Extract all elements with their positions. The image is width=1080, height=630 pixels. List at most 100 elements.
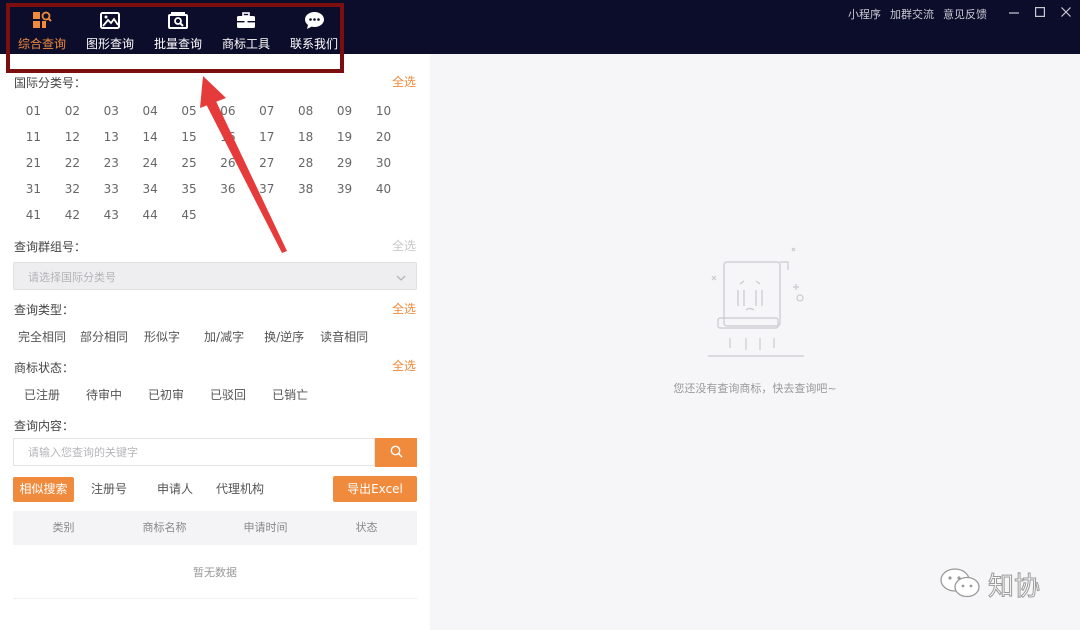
intl-class-select-all[interactable]: 全选 xyxy=(392,73,416,90)
window-controls xyxy=(1006,5,1074,19)
class-number[interactable]: 09 xyxy=(325,98,364,124)
class-number[interactable]: 36 xyxy=(208,176,247,202)
top-links: 小程序 加群交流 意见反馈 xyxy=(848,6,987,22)
class-number[interactable]: 30 xyxy=(364,150,403,176)
status-option[interactable]: 已驳回 xyxy=(210,386,246,403)
class-number[interactable]: 39 xyxy=(325,176,364,202)
class-number[interactable]: 20 xyxy=(364,124,403,150)
class-number[interactable]: 15 xyxy=(170,124,209,150)
class-number[interactable]: 05 xyxy=(170,98,209,124)
class-number[interactable]: 45 xyxy=(170,202,209,228)
minimize-icon[interactable] xyxy=(1006,5,1022,19)
query-type-option[interactable]: 完全相同 xyxy=(18,328,66,345)
export-excel-button[interactable]: 导出Excel xyxy=(333,476,417,502)
class-number[interactable]: 22 xyxy=(53,150,92,176)
class-number[interactable]: 27 xyxy=(247,150,286,176)
class-number[interactable]: 29 xyxy=(325,150,364,176)
status-option[interactable]: 待审中 xyxy=(86,386,122,403)
class-number[interactable]: 42 xyxy=(53,202,92,228)
query-type-option[interactable]: 部分相同 xyxy=(80,328,128,345)
class-number[interactable]: 04 xyxy=(131,98,170,124)
class-number[interactable]: 38 xyxy=(286,176,325,202)
group-select-all[interactable]: 全选 xyxy=(392,237,416,254)
intl-class-grid: 01 02 03 04 05 06 07 08 09 10 11 12 13 14 15 16 17 18 19 20… xyxy=(14,98,414,228)
query-type-select-all[interactable]: 全选 xyxy=(392,300,416,317)
status-option[interactable]: 已初审 xyxy=(148,386,184,403)
class-number[interactable]: 03 xyxy=(92,98,131,124)
class-number[interactable]: 01 xyxy=(14,98,53,124)
class-number[interactable]: 44 xyxy=(131,202,170,228)
maximize-icon[interactable] xyxy=(1032,5,1048,19)
query-type-option[interactable]: 换/逆序 xyxy=(264,328,304,345)
column-header[interactable]: 类别 xyxy=(13,511,114,545)
class-number[interactable]: 18 xyxy=(286,124,325,150)
class-number[interactable]: 14 xyxy=(131,124,170,150)
class-number[interactable]: 40 xyxy=(364,176,403,202)
class-number[interactable]: 41 xyxy=(14,202,53,228)
search-panel: 国际分类号： 全选 01 02 03 04 05 06 07 08 09 10 11 12 13 14 15… xyxy=(0,54,430,630)
status-select-all[interactable]: 全选 xyxy=(392,357,416,374)
class-number[interactable]: 21 xyxy=(14,150,53,176)
content-title: 查询内容： xyxy=(14,419,75,433)
class-number[interactable]: 11 xyxy=(14,124,53,150)
empty-state-text: 您还没有查询商标，快去查询吧~ xyxy=(673,382,837,395)
class-number[interactable]: 43 xyxy=(92,202,131,228)
status-option[interactable]: 已销亡 xyxy=(272,386,308,403)
tab-similar-search[interactable]: 相似搜索 xyxy=(13,477,74,502)
wechat-icon xyxy=(938,567,982,602)
class-number[interactable]: 12 xyxy=(53,124,92,150)
highlight-box-annotation xyxy=(6,3,344,73)
results-table-header: 类别 商标名称 申请时间 状态 xyxy=(13,511,417,545)
tab-agency[interactable]: 代理机构 xyxy=(216,477,264,502)
group-select[interactable]: 请选择国际分类号 xyxy=(13,262,417,290)
search-icon xyxy=(390,445,403,461)
status-title: 商标状态： xyxy=(14,361,75,375)
close-icon[interactable] xyxy=(1058,5,1074,19)
class-number[interactable]: 37 xyxy=(247,176,286,202)
mini-program-link[interactable]: 小程序 xyxy=(848,6,881,22)
class-number[interactable]: 28 xyxy=(286,150,325,176)
search-button[interactable] xyxy=(375,438,417,467)
class-number[interactable]: 06 xyxy=(208,98,247,124)
column-header[interactable]: 商标名称 xyxy=(114,511,215,545)
class-number[interactable]: 19 xyxy=(325,124,364,150)
query-type-options: 完全相同 部分相同 形似字 加/减字 换/逆序 读音相同 xyxy=(14,328,368,345)
empty-data-text: 暂无数据 xyxy=(193,566,237,579)
watermark-text: 知协 xyxy=(987,572,1041,603)
class-number[interactable]: 07 xyxy=(247,98,286,124)
query-type-option[interactable]: 形似字 xyxy=(144,328,180,345)
query-type-option[interactable]: 加/减字 xyxy=(204,328,244,345)
class-number[interactable]: 16 xyxy=(208,124,247,150)
class-number[interactable]: 34 xyxy=(131,176,170,202)
class-number[interactable]: 08 xyxy=(286,98,325,124)
class-number[interactable]: 17 xyxy=(247,124,286,150)
watermark: 知协 xyxy=(938,566,1041,603)
class-number[interactable]: 26 xyxy=(208,150,247,176)
tab-applicant[interactable]: 申请人 xyxy=(157,477,193,502)
class-number[interactable]: 25 xyxy=(170,150,209,176)
keyword-input[interactable] xyxy=(14,439,374,465)
query-type-option[interactable]: 读音相同 xyxy=(320,328,368,345)
column-header[interactable]: 申请时间 xyxy=(215,511,316,545)
class-number[interactable]: 02 xyxy=(53,98,92,124)
intl-class-title: 国际分类号： xyxy=(14,76,87,90)
keyword-input-wrap xyxy=(13,438,375,466)
class-number[interactable]: 31 xyxy=(14,176,53,202)
class-number[interactable]: 23 xyxy=(92,150,131,176)
class-number[interactable]: 35 xyxy=(170,176,209,202)
class-number[interactable]: 24 xyxy=(131,150,170,176)
group-title: 查询群组号： xyxy=(14,240,87,254)
tab-registration-number[interactable]: 注册号 xyxy=(91,477,127,502)
group-select-placeholder: 请选择国际分类号 xyxy=(28,271,116,284)
class-number[interactable]: 32 xyxy=(53,176,92,202)
class-number[interactable]: 13 xyxy=(92,124,131,150)
feedback-link[interactable]: 意见反馈 xyxy=(943,6,987,22)
class-number[interactable]: 33 xyxy=(92,176,131,202)
status-option[interactable]: 已注册 xyxy=(24,386,60,403)
class-number[interactable]: 10 xyxy=(364,98,403,124)
join-group-link[interactable]: 加群交流 xyxy=(890,6,934,22)
column-header[interactable]: 状态 xyxy=(316,511,417,545)
results-panel: 您还没有查询商标，快去查询吧~ xyxy=(430,54,1080,630)
status-options: 已注册 待审中 已初审 已驳回 已销亡 xyxy=(14,386,308,403)
query-type-title: 查询类型： xyxy=(14,303,75,317)
